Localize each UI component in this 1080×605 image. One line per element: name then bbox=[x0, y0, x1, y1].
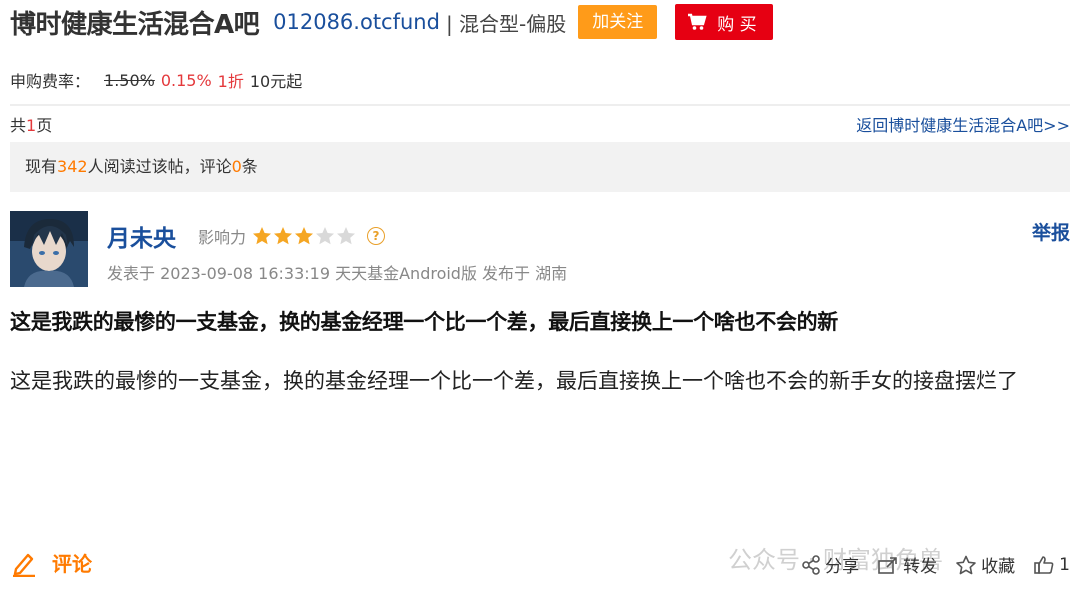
share-icon bbox=[802, 554, 820, 575]
post-meta: 发表于 2023-09-08 16:33:19 天天基金Android版 发布于… bbox=[107, 264, 568, 283]
comment-label: 评论 bbox=[52, 552, 92, 576]
favorite-button[interactable]: 收藏 bbox=[955, 552, 1015, 577]
like-button[interactable]: 1 bbox=[1033, 555, 1070, 575]
divider bbox=[10, 104, 1070, 106]
reader-count: 342 bbox=[57, 157, 88, 176]
forward-icon bbox=[878, 556, 897, 574]
read-stats-bar: 现有342人阅读过该帖，评论0条 bbox=[10, 142, 1070, 192]
cart-icon bbox=[688, 13, 707, 30]
back-to-bar-link[interactable]: 返回博时健康生活混合A吧>> bbox=[856, 112, 1070, 136]
star-outline-icon bbox=[956, 555, 976, 574]
fund-type-label: | 混合型-偏股 bbox=[445, 11, 567, 36]
post-title: 这是我跌的最惨的一支基金，换的基金经理一个比一个差，最后直接换上一个啥也不会的新 bbox=[10, 310, 838, 334]
fund-header: 博时健康生活混合A吧 012086.otcfund | 混合型-偏股 加关注 购… bbox=[10, 2, 773, 42]
pencil-icon bbox=[13, 553, 35, 577]
star-filled-icon bbox=[274, 227, 293, 245]
pager-row: 共1页 返回博时健康生活混合A吧>> bbox=[10, 112, 1070, 136]
star-empty-icon bbox=[316, 227, 335, 245]
fee-minimum: 10元起 bbox=[249, 72, 303, 91]
buy-button[interactable]: 购 买 bbox=[675, 4, 773, 40]
help-icon[interactable]: ? bbox=[367, 227, 386, 245]
fee-label: 申购费率： bbox=[10, 72, 91, 91]
buy-button-label: 购 买 bbox=[717, 14, 757, 35]
fee-old-rate: 1.50% bbox=[104, 70, 155, 90]
fund-bar-title[interactable]: 博时健康生活混合A吧 bbox=[10, 4, 260, 41]
report-link[interactable]: 举报 bbox=[1032, 218, 1070, 245]
fee-discount: 1折 bbox=[217, 72, 244, 91]
post-actions: 分享 转发 收藏 1 bbox=[783, 552, 1070, 577]
fee-row: 申购费率： 1.50% 0.15% 1折 10元起 bbox=[10, 66, 302, 94]
fee-new-rate: 0.15% bbox=[160, 70, 212, 90]
follow-button[interactable]: 加关注 bbox=[578, 5, 658, 39]
forward-button[interactable]: 转发 bbox=[877, 552, 937, 577]
post-body: 这是我跌的最惨的一支基金，换的基金经理一个比一个差，最后直接换上一个啥也不会的新… bbox=[10, 369, 1018, 393]
author-name[interactable]: 月未央 bbox=[107, 219, 176, 253]
thumbs-up-icon bbox=[1034, 555, 1054, 574]
fund-code-link[interactable]: 012086.otcfund bbox=[273, 10, 440, 34]
page-count: 共1页 bbox=[10, 116, 53, 135]
avatar[interactable] bbox=[10, 211, 88, 287]
star-filled-icon bbox=[253, 227, 272, 245]
star-filled-icon bbox=[295, 227, 314, 245]
comment-button[interactable]: 评论 bbox=[10, 548, 92, 577]
share-button[interactable]: 分享 bbox=[801, 552, 859, 577]
star-empty-icon bbox=[337, 227, 356, 245]
influence-label: 影响力 bbox=[198, 228, 247, 247]
influence-rating bbox=[252, 226, 357, 246]
like-count: 1 bbox=[1059, 554, 1070, 575]
author-row: 月未央 影响力 ? bbox=[107, 218, 386, 254]
comment-count: 0 bbox=[231, 157, 242, 176]
